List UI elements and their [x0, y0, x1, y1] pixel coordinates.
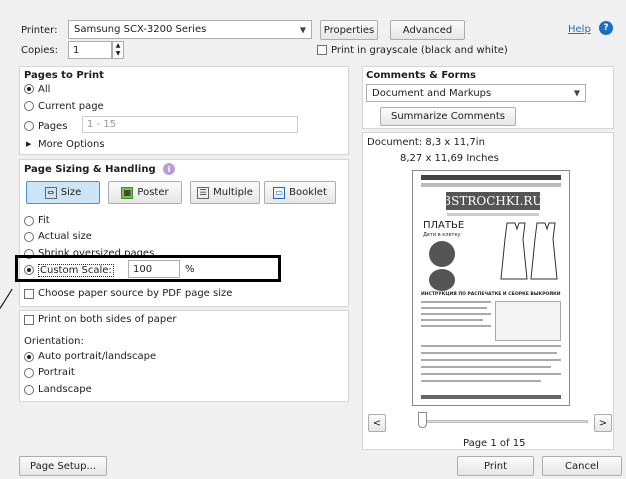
radio-landscape-label: Landscape — [38, 384, 92, 395]
grayscale-checkbox[interactable] — [317, 45, 327, 55]
printer-label: Printer: — [21, 25, 58, 36]
custom-scale-input[interactable]: 100 — [128, 260, 180, 278]
comments-value: Document and Markups — [372, 87, 492, 99]
radio-fit[interactable] — [24, 216, 34, 226]
preview-text-line — [421, 301, 491, 303]
radio-custom-scale-label: Custom Scale: — [38, 264, 114, 277]
preview-footer-bar — [421, 395, 561, 399]
radio-all[interactable] — [24, 84, 34, 94]
page-setup-button[interactable]: Page Setup... — [19, 456, 107, 476]
page-indicator: Page 1 of 15 — [463, 438, 526, 449]
preview-circle-2 — [429, 269, 455, 291]
radio-actual-size[interactable] — [24, 232, 34, 242]
booklet-icon: ▭ — [273, 186, 286, 199]
help-icon[interactable]: ? — [599, 21, 613, 35]
advanced-button[interactable]: Advanced — [390, 20, 465, 40]
radio-landscape[interactable] — [24, 385, 34, 395]
summarize-comments-button[interactable]: Summarize Comments — [380, 107, 516, 126]
radio-custom-scale[interactable] — [24, 265, 34, 275]
preview-dress-drawing — [500, 222, 558, 280]
comments-select[interactable]: Document and Markups ▼ — [366, 84, 586, 102]
preview-text-line — [421, 352, 557, 354]
radio-portrait-label: Portrait — [38, 367, 75, 378]
preview-top-bar — [421, 175, 561, 180]
preview-sub-bar — [421, 183, 561, 187]
preview-text-line — [421, 319, 483, 321]
copies-stepper[interactable]: ▲ ▼ — [112, 41, 124, 59]
annotation-line — [0, 288, 13, 309]
more-options-toggle[interactable]: More Options — [38, 139, 105, 150]
paper-source-checkbox[interactable] — [24, 289, 34, 299]
both-sides-checkbox[interactable] — [24, 315, 34, 325]
copies-input[interactable]: 1 — [68, 41, 112, 59]
size-icon: ⇔ — [44, 186, 57, 199]
poster-icon: ▦ — [121, 186, 134, 199]
preview-title: ПЛАТЬЕ — [423, 220, 465, 231]
copies-value: 1 — [73, 44, 80, 56]
chevron-down-icon: ▼ — [299, 25, 306, 34]
pages-range-input[interactable]: 1 - 15 — [82, 116, 298, 133]
next-page-button[interactable]: > — [594, 414, 612, 432]
page-preview: 3STROCHKI.RU ПЛАТЬЕ Дети в клетку ИНСТРУ… — [412, 170, 570, 406]
printer-select[interactable]: Samsung SCX-3200 Series ▼ — [68, 20, 312, 39]
page-sizing-heading: Page Sizing & Handling — [24, 164, 156, 175]
grayscale-label: Print in grayscale (black and white) — [331, 45, 508, 56]
multiple-icon: ☰ — [197, 186, 210, 199]
page-slider-track[interactable] — [418, 420, 588, 423]
preview-text-line — [421, 373, 561, 375]
cancel-button[interactable]: Cancel — [542, 456, 622, 476]
booklet-button[interactable]: ▭ Booklet — [264, 181, 336, 204]
page-slider-thumb[interactable] — [418, 412, 427, 428]
preview-text-line — [421, 307, 487, 309]
multiple-button[interactable]: ☰ Multiple — [190, 181, 260, 204]
radio-fit-label: Fit — [38, 215, 50, 226]
custom-scale-value: 100 — [133, 263, 153, 275]
radio-auto-orientation-label: Auto portrait/landscape — [38, 351, 157, 362]
properties-button[interactable]: Properties — [320, 20, 378, 40]
radio-current-page[interactable] — [24, 101, 34, 111]
scale-unit-label: % — [185, 264, 195, 275]
preview-screenshot-box — [495, 301, 561, 341]
pages-range-value: 1 - 15 — [87, 119, 117, 130]
print-button[interactable]: Print — [457, 456, 534, 476]
multiple-button-label: Multiple — [213, 187, 253, 198]
orientation-label: Orientation: — [24, 336, 84, 347]
preview-text-line — [421, 345, 561, 347]
preview-text-line — [421, 380, 541, 382]
size-button[interactable]: ⇔ Size — [26, 181, 100, 204]
size-button-label: Size — [60, 187, 82, 198]
preview-logo-caption — [447, 213, 539, 216]
document-size-label: Document: 8,3 x 11,7in — [367, 137, 485, 148]
radio-auto-orientation[interactable] — [24, 352, 34, 362]
paper-source-label: Choose paper source by PDF page size — [38, 288, 233, 299]
prev-page-button[interactable]: < — [368, 414, 386, 432]
radio-portrait[interactable] — [24, 368, 34, 378]
both-sides-label: Print on both sides of paper — [38, 314, 177, 325]
radio-pages-label: Pages — [38, 121, 68, 132]
pages-to-print-heading: Pages to Print — [24, 70, 104, 81]
expand-triangle-icon[interactable]: ▶ — [26, 140, 31, 148]
booklet-button-label: Booklet — [289, 187, 327, 198]
preview-text-line — [421, 313, 491, 315]
preview-text-line — [421, 366, 551, 368]
info-icon[interactable]: i — [163, 163, 175, 175]
preview-circle-1 — [429, 241, 455, 267]
radio-all-label: All — [38, 84, 51, 95]
chevron-down-icon: ▼ — [573, 88, 580, 98]
radio-actual-size-label: Actual size — [38, 231, 92, 242]
radio-pages[interactable] — [24, 121, 34, 131]
printer-value: Samsung SCX-3200 Series — [74, 24, 207, 35]
comments-heading: Comments & Forms — [366, 70, 476, 81]
poster-button-label: Poster — [137, 187, 169, 198]
poster-button[interactable]: ▦ Poster — [108, 181, 182, 204]
preview-subtitle: Дети в клетку — [423, 232, 461, 238]
preview-text-line — [421, 325, 491, 327]
radio-current-page-label: Current page — [38, 101, 104, 112]
preview-text-line — [421, 359, 561, 361]
preview-section-heading: ИНСТРУКЦИЯ ПО РАСПЕЧАТКЕ И СБОРКЕ ВЫКРОЙ… — [421, 292, 561, 297]
preview-size-label: 8,27 x 11,69 Inches — [400, 153, 499, 164]
preview-logo: 3STROCHKI.RU — [443, 192, 543, 210]
copies-label: Copies: — [21, 45, 58, 56]
help-link[interactable]: Help — [568, 24, 591, 35]
